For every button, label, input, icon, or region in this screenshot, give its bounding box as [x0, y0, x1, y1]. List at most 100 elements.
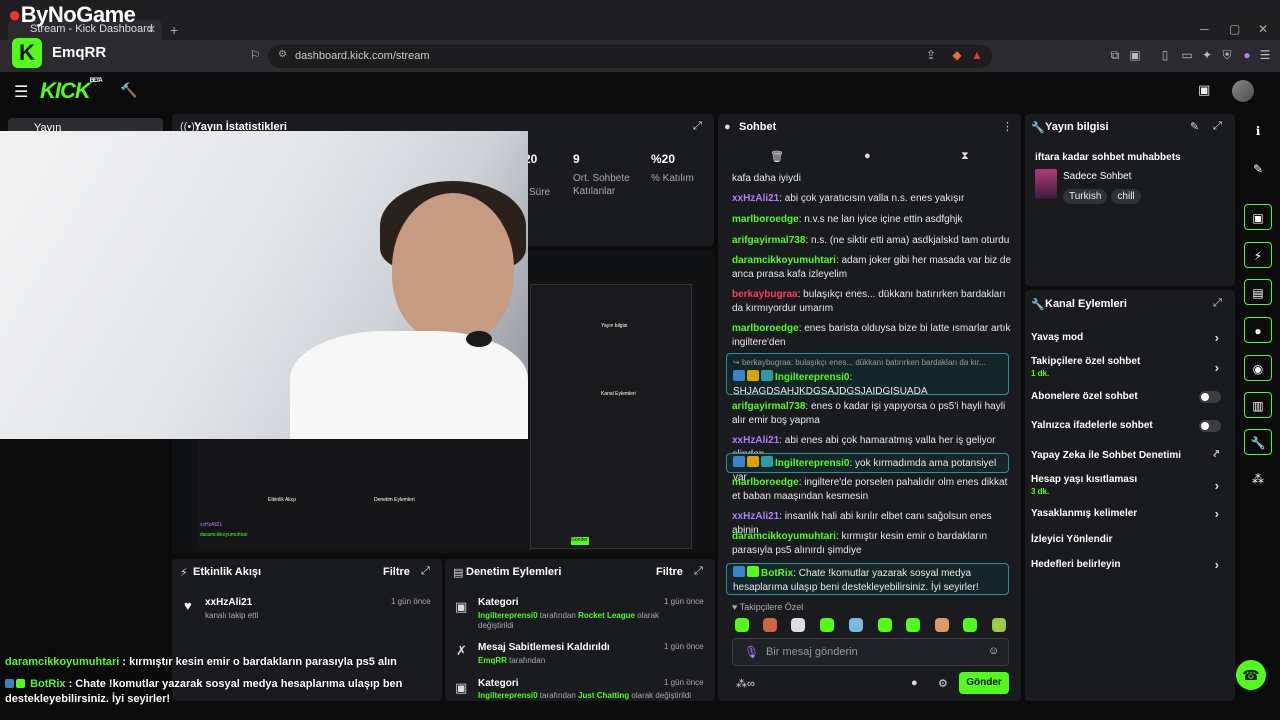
nested-dashboard-screenshot: Yayın bilgisi Kanal Eylemleri Gönder	[530, 284, 692, 549]
rewards-icon[interactable]: ▲	[970, 48, 984, 62]
account-age-row[interactable]: Hesap yaşı kısıtlaması 3 dk. ›	[1031, 474, 1229, 496]
event-desc: kanalı takip etti	[205, 611, 259, 620]
chat-username[interactable]: xxHzAli21	[732, 435, 779, 446]
hamburger-menu-icon[interactable]: ☰	[14, 82, 28, 102]
chat-username[interactable]: marlboroedge	[732, 214, 799, 225]
kebab-menu-icon[interactable]: ⋮	[1002, 120, 1013, 133]
emotes-only-toggle[interactable]	[1199, 420, 1221, 432]
chat-bubble-icon[interactable]: ●	[864, 150, 871, 162]
vpn-icon[interactable]: ⛨	[1220, 48, 1234, 62]
stream-preview-icon[interactable]: ▣	[1198, 82, 1210, 98]
action-time: 1 gün önce	[664, 597, 704, 606]
popout-icon[interactable]: ⤢	[694, 565, 703, 578]
chat-username[interactable]: marlboroedge	[732, 323, 799, 334]
popout-icon[interactable]: ⤢	[1213, 297, 1222, 310]
popout-icon[interactable]: ⤢	[421, 565, 430, 578]
chat-username[interactable]: Ingiltereprensi0	[775, 458, 849, 469]
overlay-chat-line: BotRix : Chate !komutlar yazarak sosyal …	[5, 678, 403, 705]
gear-icon[interactable]: ⚙	[938, 677, 948, 690]
edit-icon[interactable]: ✎	[1244, 156, 1272, 182]
chat-username[interactable]: berkaybugraa	[732, 289, 798, 300]
stream-preview-icon[interactable]: ▣	[1244, 204, 1272, 230]
add-widget-icon[interactable]: ⁂	[1244, 466, 1272, 492]
slow-mode-row[interactable]: Yavaş mod ›	[1031, 330, 1229, 345]
user-avatar[interactable]	[1232, 80, 1254, 102]
chat-username[interactable]: daramcikkoyumuhtari	[732, 531, 836, 542]
url-field[interactable]: ⚙ dashboard.kick.com/stream	[268, 45, 992, 68]
chat-bubble-icon[interactable]: ●	[1244, 317, 1272, 343]
share-icon[interactable]: ⇪	[924, 48, 938, 62]
emote-icon[interactable]	[763, 618, 777, 632]
broadcast-icon[interactable]: ◉	[1244, 355, 1272, 381]
close-window-icon[interactable]: ✕	[1258, 22, 1268, 36]
profile-icon[interactable]: ●	[1240, 48, 1254, 62]
ai-moderation-row[interactable]: Yapay Zeka ile Sohbet Denetimi ⤤	[1031, 449, 1229, 461]
screenshot-icon[interactable]: ▣	[1128, 48, 1142, 62]
chat-username[interactable]: BotRix	[761, 568, 793, 579]
kick-logo[interactable]: KICKBETA	[40, 78, 103, 104]
reply-quote: ↪ berkaybugraa: bulaşıkçı enes... dükkan…	[733, 358, 986, 367]
site-info-icon[interactable]: ⚙	[278, 49, 287, 60]
stream-info-panel: 🔧 Yayın bilgisi ✎ ⤢ iftara kadar sohbet …	[1025, 114, 1235, 286]
trash-icon[interactable]: 🗑	[770, 150, 784, 163]
followers-only-row[interactable]: Takipçilere özel sohbet 1 dk. ›	[1031, 356, 1229, 378]
wrench-icon[interactable]: 🔧	[1244, 429, 1272, 455]
new-tab-icon[interactable]: +	[170, 22, 178, 38]
emote-icon[interactable]	[791, 618, 805, 632]
tag[interactable]: Turkish	[1063, 189, 1108, 204]
document-icon[interactable]: ▤	[1244, 279, 1272, 305]
chevron-right-icon: ›	[1214, 557, 1219, 572]
emote-icon[interactable]	[935, 618, 949, 632]
maximize-icon[interactable]: ▢	[1229, 22, 1240, 36]
chat-username[interactable]: arifgayirmal738	[732, 401, 805, 412]
edit-icon[interactable]: ✎	[1190, 120, 1199, 133]
leo-ai-icon[interactable]: ✦	[1200, 48, 1214, 62]
emote-icon[interactable]	[992, 618, 1006, 632]
stream-info-title: Yayın bilgisi	[1045, 121, 1109, 133]
emote-icon[interactable]	[849, 618, 863, 632]
activity-filter-button[interactable]: Filtre	[383, 566, 410, 578]
emoji-icon[interactable]: ☺	[988, 645, 999, 657]
chat-username[interactable]: xxHzAli21	[732, 193, 779, 204]
chat-username[interactable]: xxHzAli21	[732, 511, 779, 522]
set-goals-row[interactable]: Hedefleri belirleyin ›	[1031, 557, 1229, 572]
moderation-icon[interactable]: ▥	[1244, 392, 1272, 418]
subscribers-only-toggle[interactable]	[1199, 391, 1221, 403]
emote-icon[interactable]	[878, 618, 892, 632]
wallet-icon[interactable]: ▭	[1180, 48, 1194, 62]
chat-username[interactable]: marlboroedge	[732, 477, 799, 488]
action-title: Mesaj Sabitlemesi Kaldırıldı	[478, 642, 610, 653]
stream-category[interactable]: Sadece Sohbet	[1063, 171, 1131, 182]
microphone-icon[interactable]: 🎙	[744, 645, 759, 659]
banned-words-row[interactable]: Yasaklanmış kelimeler ›	[1031, 506, 1229, 521]
extensions-icon[interactable]: ⧉	[1108, 48, 1122, 62]
bookmark-icon[interactable]: ⚐	[248, 48, 262, 62]
brave-shield-icon[interactable]: ◆	[950, 48, 964, 62]
menu-icon[interactable]: ☰	[1258, 48, 1272, 62]
support-chat-icon[interactable]: ☎	[1236, 660, 1266, 690]
chat-settings-bubble-icon[interactable]: ●	[911, 677, 918, 689]
wrench-icon[interactable]: 🔨	[120, 82, 137, 99]
minimize-icon[interactable]: ─	[1200, 22, 1209, 36]
sidebar-toggle-icon[interactable]: ▯	[1158, 48, 1172, 62]
host-viewers-row[interactable]: İzleyici Yönlendir	[1031, 534, 1229, 545]
chat-username[interactable]: daramcikkoyumuhtari	[732, 255, 836, 266]
send-button[interactable]: Gönder	[959, 672, 1009, 694]
chat-message-input[interactable]: 🎙 Bir mesaj gönderin ☺	[732, 638, 1009, 666]
close-tab-icon[interactable]: ✕	[147, 23, 156, 36]
moderation-filter-button[interactable]: Filtre	[656, 566, 683, 578]
chat-username[interactable]: Ingiltereprensi0	[775, 372, 849, 383]
event-user[interactable]: xxHzAli21	[205, 597, 252, 608]
emote-icon[interactable]	[735, 618, 749, 632]
emote-icon[interactable]	[963, 618, 977, 632]
hourglass-icon[interactable]: ⧗	[961, 150, 969, 163]
emote-icon[interactable]	[820, 618, 834, 632]
info-icon[interactable]: ℹ	[1244, 118, 1272, 144]
tag[interactable]: chill	[1111, 189, 1141, 204]
popout-icon[interactable]: ⤢	[1213, 120, 1222, 133]
emote-icon[interactable]	[906, 618, 920, 632]
kicks-icon[interactable]: ⁂∞	[736, 677, 755, 690]
lightning-icon[interactable]: ⚡	[1244, 242, 1272, 268]
chat-username[interactable]: arifgayirmal738	[732, 235, 805, 246]
popout-icon[interactable]: ⤢	[693, 120, 702, 133]
